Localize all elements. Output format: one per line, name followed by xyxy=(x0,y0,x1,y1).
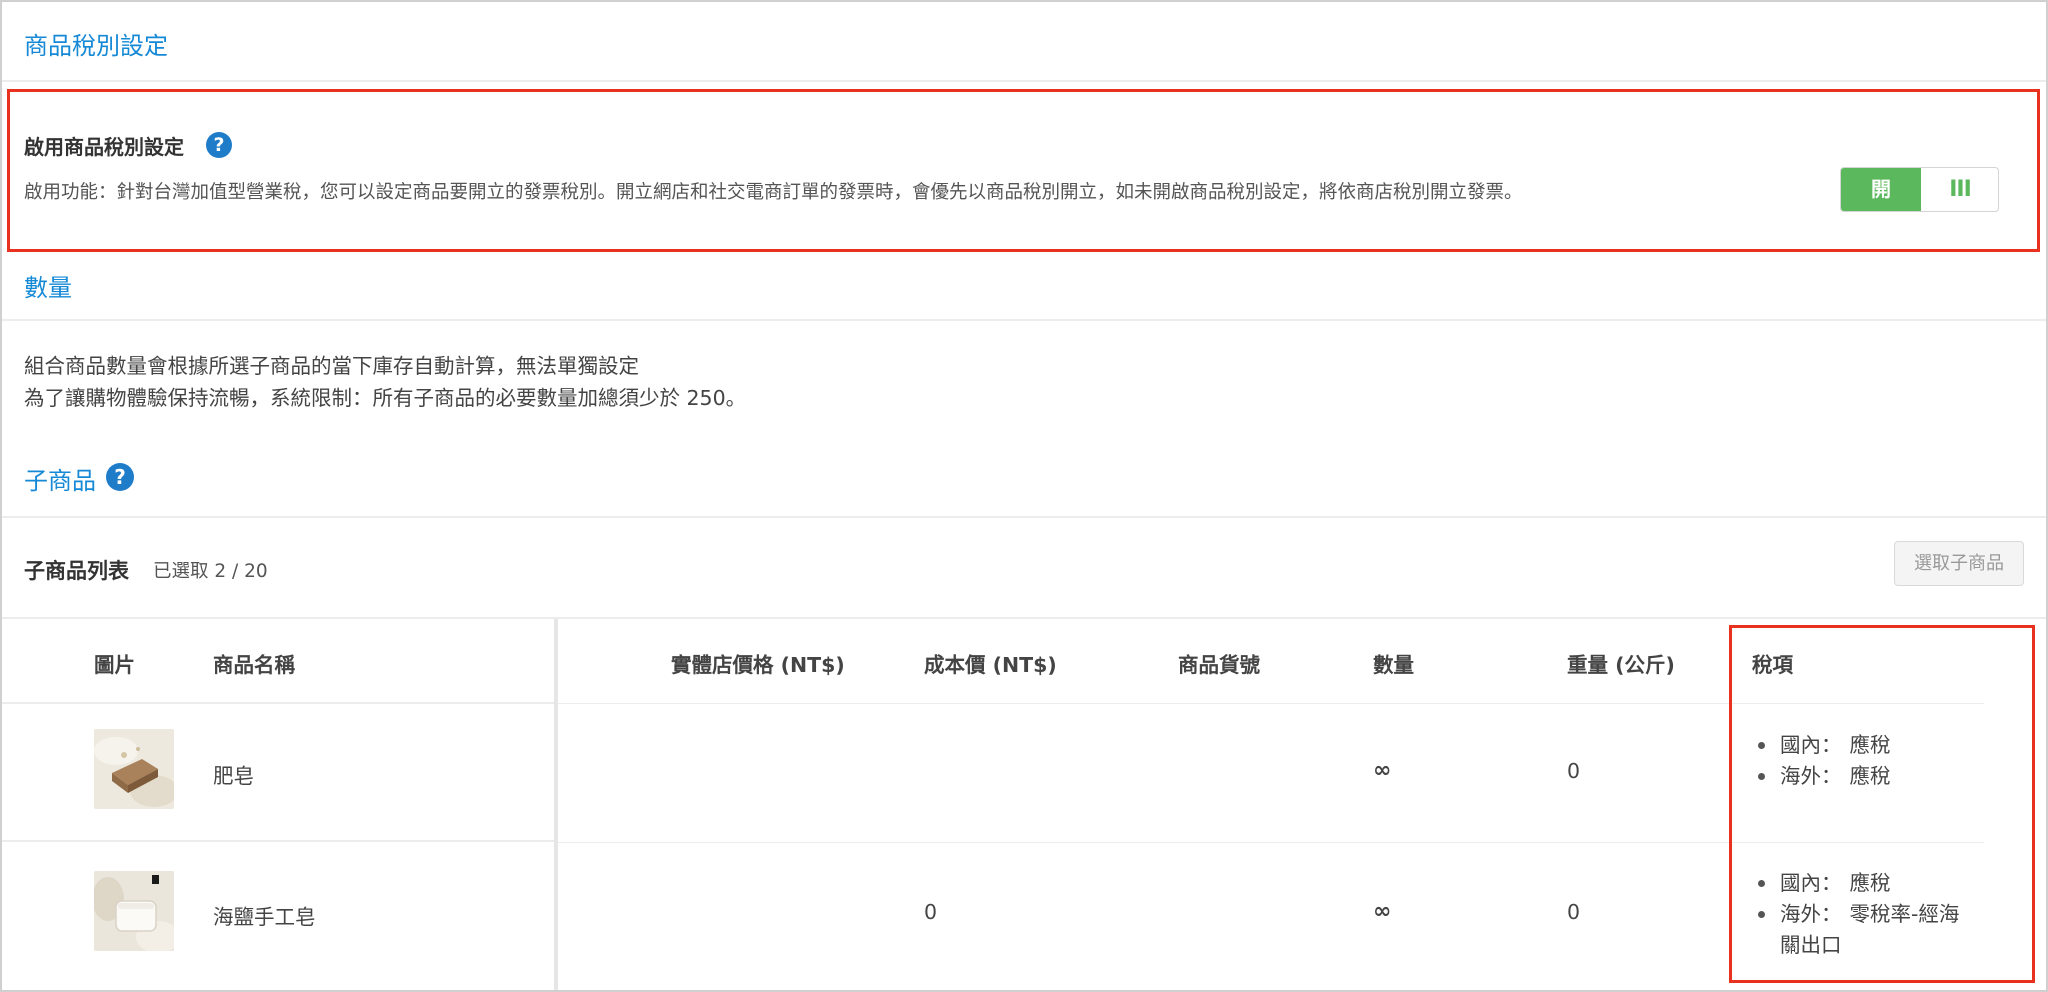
toggle-on-label: 開 xyxy=(1841,168,1921,211)
tax-setting-toggle[interactable]: 開 III xyxy=(1840,167,1999,212)
highlight-tax-column xyxy=(1729,625,2035,983)
section-title-quantity: 數量 xyxy=(24,274,72,302)
quantity-note-line1: 組合商品數量會根據所選子商品的當下庫存自動計算，無法單獨設定 xyxy=(24,354,639,378)
section-title-tax-settings: 商品稅別設定 xyxy=(24,32,168,60)
divider xyxy=(2,617,2046,619)
toggle-handle-icon[interactable]: III xyxy=(1921,168,1998,211)
soap-photo-icon xyxy=(94,871,174,951)
product-thumbnail-sea-salt-soap[interactable] xyxy=(94,871,174,951)
column-header-weight: 重量 (公斤) xyxy=(1567,653,1675,677)
column-header-image: 圖片 xyxy=(94,653,135,677)
product-thumbnail-soap[interactable] xyxy=(94,729,174,809)
column-header-quantity: 數量 xyxy=(1373,653,1414,677)
column-header-store-price: 實體店價格 (NT$) xyxy=(671,653,845,677)
cost-price: 0 xyxy=(924,900,938,924)
column-header-name: 商品名稱 xyxy=(213,653,295,677)
quantity-note-line2: 為了讓購物體驗保持流暢，系統限制：所有子商品的必要數量加總須少於 250。 xyxy=(24,386,747,410)
row-divider xyxy=(2,840,554,842)
quantity-infinite: ∞ xyxy=(1373,758,1392,783)
product-name: 肥皂 xyxy=(213,764,254,788)
selected-count: 已選取 2 / 20 xyxy=(153,561,268,582)
soap-photo-icon xyxy=(94,729,174,809)
enable-tax-setting-label: 啟用商品稅別設定 xyxy=(24,135,184,159)
row-divider xyxy=(2,702,554,704)
highlight-tax-settings xyxy=(7,89,2040,252)
help-icon[interactable]: ? xyxy=(106,463,134,491)
divider xyxy=(2,80,2046,82)
divider xyxy=(2,319,2046,321)
sticky-column-divider xyxy=(554,619,558,990)
quantity-infinite: ∞ xyxy=(1373,899,1392,924)
sub-product-list-title: 子商品列表 xyxy=(24,559,129,583)
column-header-sku: 商品貨號 xyxy=(1178,653,1260,677)
divider xyxy=(2,516,2046,518)
product-name: 海鹽手工皂 xyxy=(213,905,316,929)
help-icon[interactable]: ? xyxy=(206,132,232,158)
weight: 0 xyxy=(1567,759,1581,783)
weight: 0 xyxy=(1567,900,1581,924)
section-title-sub-products: 子商品 xyxy=(24,467,96,495)
select-sub-products-button[interactable]: 選取子商品 xyxy=(1894,541,2024,586)
tax-setting-description: 啟用功能：針對台灣加值型營業稅，您可以設定商品要開立的發票稅別。開立網店和社交電… xyxy=(24,182,1523,203)
column-header-cost-price: 成本價 (NT$) xyxy=(924,653,1057,677)
